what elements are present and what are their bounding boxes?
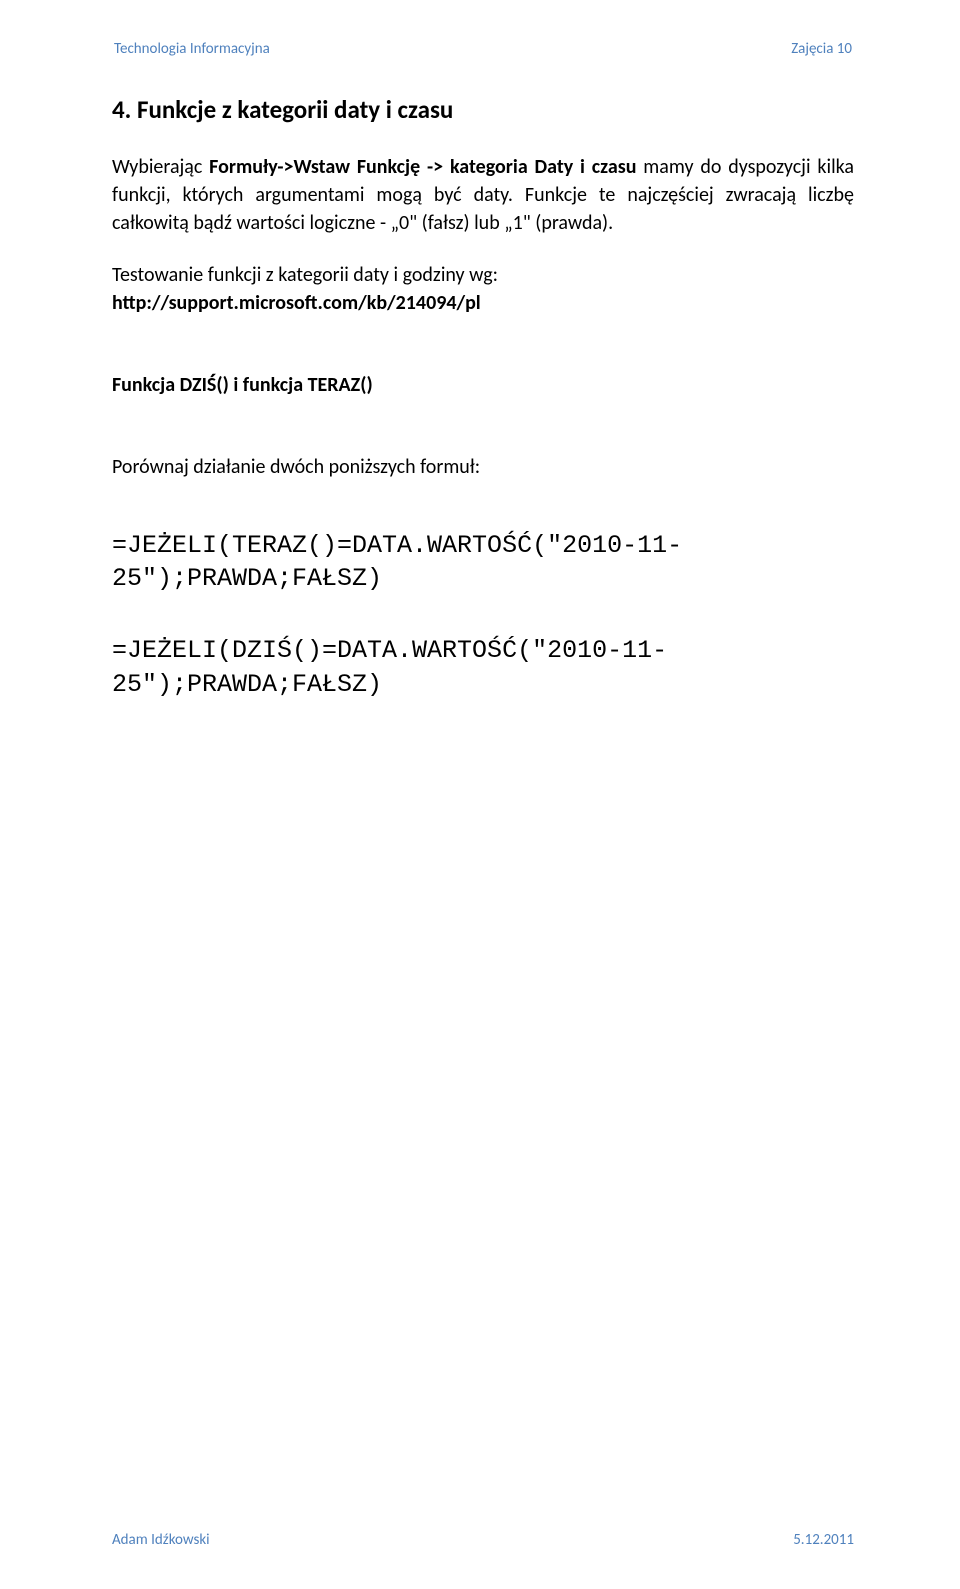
instruction: Porównaj działanie dwóch poniższych form… bbox=[112, 453, 854, 481]
code-block-2: =JEŻELI(DZIŚ()=DATA.WARTOŚĆ("2010-11-25"… bbox=[112, 634, 854, 702]
code-block-1: =JEŻELI(TERAZ()=DATA.WARTOŚĆ("2010-11-25… bbox=[112, 529, 854, 597]
para2-link: http://support.microsoft.com/kb/214094/p… bbox=[112, 289, 854, 317]
sub-heading: Funkcja DZIŚ() i funkcja TERAZ() bbox=[112, 373, 854, 397]
para1-bold: Formuły->Wstaw Funkcję -> kategoria Daty… bbox=[209, 155, 636, 179]
para1-pre: Wybierając bbox=[112, 155, 209, 179]
page-footer: Adam Idźkowski 5.12.2011 bbox=[112, 1531, 854, 1549]
paragraph-1: Wybierając Formuły->Wstaw Funkcję -> kat… bbox=[112, 153, 854, 237]
header-left: Technologia Informacyjna bbox=[114, 40, 270, 58]
footer-right: 5.12.2011 bbox=[793, 1531, 854, 1549]
paragraph-2: Testowanie funkcji z kategorii daty i go… bbox=[112, 261, 854, 317]
footer-left: Adam Idźkowski bbox=[112, 1531, 210, 1549]
para2-line1: Testowanie funkcji z kategorii daty i go… bbox=[112, 261, 854, 289]
header-right: Zajęcia 10 bbox=[791, 40, 852, 58]
section-heading: 4. Funkcje z kategorii daty i czasu bbox=[112, 94, 854, 127]
page-header: Technologia Informacyjna Zajęcia 10 bbox=[112, 40, 854, 58]
document-page: Technologia Informacyjna Zajęcia 10 4. F… bbox=[0, 0, 960, 1589]
